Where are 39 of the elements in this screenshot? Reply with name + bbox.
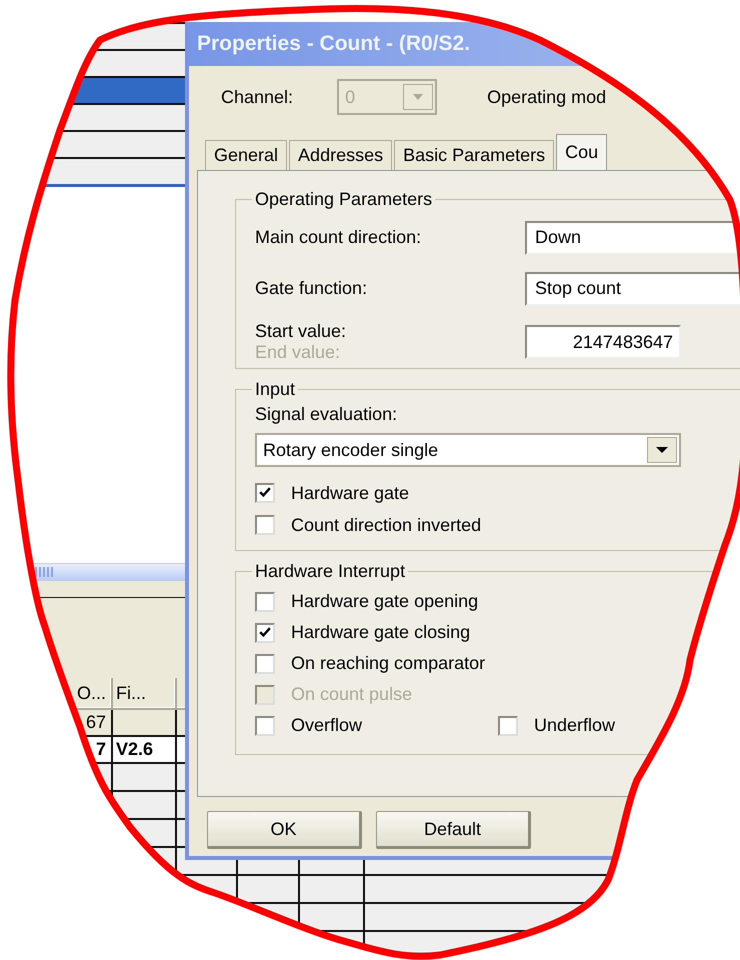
field-label: Gate function:	[255, 278, 368, 299]
checkbox-label: On count pulse	[291, 684, 412, 705]
checkbox-label: Underflow	[534, 715, 616, 736]
operating-mode-label: Operating mod	[487, 86, 606, 108]
checkbox[interactable]	[498, 716, 518, 736]
channel-label: Channel:	[221, 86, 294, 108]
field-label: End value:	[255, 342, 342, 363]
window-title: Properties - Count - (R0/S2.	[197, 32, 470, 56]
group-title: Operating Parameters	[254, 189, 434, 210]
input-field[interactable]: 2147483647	[525, 325, 681, 359]
table-cell: V2.6	[113, 737, 177, 764]
signal-dropdown[interactable]: Rotary encoder single	[255, 433, 681, 467]
checkbox-label: Count direction inverted	[291, 514, 482, 536]
tab[interactable]: General	[205, 140, 288, 170]
checkbox[interactable]	[255, 654, 275, 674]
checkbox-label: On reaching comparator	[291, 653, 486, 674]
column-header[interactable]: Fi...	[113, 678, 177, 710]
tab[interactable]: Cou	[556, 134, 608, 170]
checkbox[interactable]	[255, 592, 275, 612]
field-label: Start value:	[255, 321, 348, 342]
checkbox[interactable]	[255, 622, 275, 642]
input-field[interactable]: Down	[525, 220, 740, 254]
checkbox-label: Hardware gate	[291, 482, 410, 504]
group-title: Hardware Interrupt	[254, 561, 406, 582]
checkbox[interactable]	[255, 483, 275, 503]
checkbox[interactable]	[255, 716, 275, 736]
ok-button[interactable]: OK	[207, 811, 362, 849]
default-button[interactable]: Default	[376, 811, 531, 849]
checkbox-label: Hardware gate opening	[291, 591, 478, 612]
field-label: Signal evaluation:	[255, 404, 398, 424]
input-field[interactable]: Stop count	[525, 272, 740, 306]
checkbox-label: Hardware gate closing	[291, 622, 470, 643]
field-label: Main count direction:	[255, 227, 422, 248]
checkbox[interactable]	[255, 515, 275, 535]
tab[interactable]: Basic Parameters	[394, 140, 554, 170]
table-cell	[300, 876, 365, 904]
group-title: Input	[254, 379, 296, 400]
tab[interactable]: Addresses	[289, 140, 392, 170]
checkbox-label: Overflow	[291, 715, 362, 736]
